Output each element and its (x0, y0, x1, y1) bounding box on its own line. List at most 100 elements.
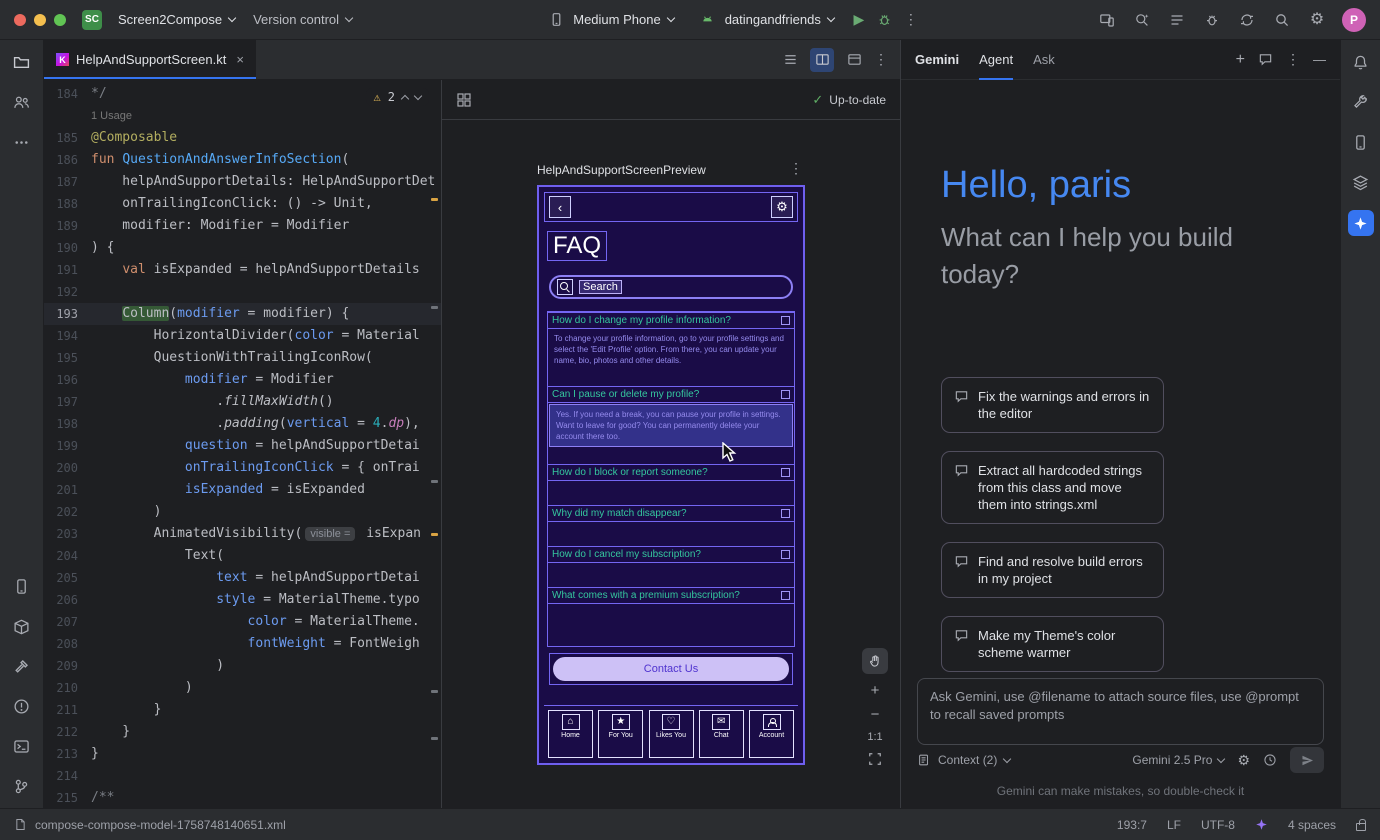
code-editor[interactable]: 184*/1 Usage185@Composable186fun Questio… (44, 80, 442, 808)
line-number[interactable]: 191 (44, 259, 78, 281)
faq-question-row[interactable]: How do I block or report someone? (548, 464, 794, 481)
suggestion-card[interactable]: Make my Theme's color scheme warmer (941, 616, 1164, 672)
code-line[interactable]: 200 onTrailingIconClick = { onTrai (44, 457, 441, 479)
line-number[interactable]: 201 (44, 479, 78, 501)
code-line[interactable]: 187 helpAndSupportDetails: HelpAndSuppor… (44, 171, 441, 193)
pull-requests-icon[interactable] (10, 90, 34, 114)
run-configuration-selector[interactable]: datingandfriends (689, 6, 843, 34)
version-control-icon[interactable] (10, 774, 34, 798)
line-number[interactable]: 214 (44, 765, 78, 787)
device-explorer-icon[interactable] (10, 574, 34, 598)
line-number[interactable]: 192 (44, 281, 78, 303)
faq-question-row[interactable]: How do I change my profile information? (548, 312, 794, 329)
gemini-prompt-input[interactable]: Ask Gemini, use @filename to attach sour… (917, 678, 1324, 745)
tab-ask[interactable]: Ask (1033, 40, 1055, 80)
packages-icon[interactable] (10, 614, 34, 638)
vcs-selector[interactable]: Version control (244, 6, 361, 34)
zoom-out-button[interactable]: − (871, 707, 880, 722)
device-manager-icon[interactable] (1097, 10, 1117, 30)
line-number[interactable]: 215 (44, 787, 78, 808)
preview-name[interactable]: HelpAndSupportScreenPreview (537, 163, 706, 177)
nav-item-home[interactable]: ⌂Home (548, 710, 593, 758)
code-line[interactable]: 202 ) (44, 501, 441, 523)
zoom-to-fit-button[interactable] (868, 752, 882, 766)
inspection-widget[interactable]: ⚠ 2 (366, 88, 429, 106)
hide-panel-icon[interactable]: — (1313, 52, 1326, 67)
code-line[interactable]: 196 modifier = Modifier (44, 369, 441, 391)
ai-search-icon[interactable] (1132, 10, 1152, 30)
minimize-window-button[interactable] (34, 14, 46, 26)
code-line[interactable]: 206 style = MaterialTheme.typo (44, 589, 441, 611)
line-number[interactable] (44, 105, 78, 127)
code-line[interactable]: 211 } (44, 699, 441, 721)
line-number[interactable]: 199 (44, 435, 78, 457)
statusbar-breadcrumb[interactable]: compose-compose-model-1758748140651.xml (14, 818, 286, 832)
more-actions-button[interactable]: ⋮ (901, 10, 921, 30)
code-line[interactable]: 213} (44, 743, 441, 765)
line-number[interactable]: 213 (44, 743, 78, 765)
design-view-button[interactable] (842, 48, 866, 72)
terminal-icon[interactable] (10, 734, 34, 758)
zoom-in-button[interactable]: + (871, 683, 880, 698)
code-line[interactable]: 207 color = MaterialTheme. (44, 611, 441, 633)
suggestion-card[interactable]: Extract all hardcoded strings from this … (941, 451, 1164, 524)
code-line[interactable]: 204 Text( (44, 545, 441, 567)
faq-question-row[interactable]: Can I pause or delete my profile? (548, 386, 794, 403)
prev-problem-icon[interactable] (401, 94, 409, 102)
line-number[interactable]: 209 (44, 655, 78, 677)
layout-inspector-icon[interactable] (1349, 170, 1373, 194)
next-problem-icon[interactable] (414, 91, 422, 99)
settings-icon[interactable]: ⚙ (1307, 10, 1327, 30)
code-view-button[interactable] (778, 48, 802, 72)
close-tab-icon[interactable]: × (236, 52, 244, 67)
code-line[interactable]: 210 ) (44, 677, 441, 699)
close-window-button[interactable] (14, 14, 26, 26)
gallery-view-icon[interactable] (456, 92, 472, 108)
line-number[interactable]: 196 (44, 369, 78, 391)
line-number[interactable]: 189 (44, 215, 78, 237)
line-number[interactable]: 198 (44, 413, 78, 435)
sync-icon[interactable] (1237, 10, 1257, 30)
nav-item-account[interactable]: Account (749, 710, 794, 758)
phone-preview[interactable]: ‹ ⚙ FAQ Search How do I change my profil… (537, 185, 805, 765)
zoom-ratio-button[interactable]: 1:1 (867, 731, 882, 743)
indent-setting[interactable]: 4 spaces (1288, 818, 1336, 832)
problems-icon[interactable] (10, 694, 34, 718)
debug-button[interactable] (875, 10, 895, 30)
search-everywhere-icon[interactable] (1272, 10, 1292, 30)
line-number[interactable]: 195 (44, 347, 78, 369)
app-inspection-icon[interactable] (1202, 10, 1222, 30)
line-number[interactable]: 212 (44, 721, 78, 743)
line-number[interactable]: 194 (44, 325, 78, 347)
code-line[interactable]: 190) { (44, 237, 441, 259)
code-line[interactable]: 199 question = helpAndSupportDetai (44, 435, 441, 457)
line-number[interactable]: 186 (44, 149, 78, 171)
code-line[interactable]: 1 Usage (44, 105, 441, 127)
code-line[interactable]: 193 Column(modifier = modifier) { (44, 303, 441, 325)
send-button[interactable] (1290, 747, 1324, 773)
nav-item-chat[interactable]: ✉Chat (699, 710, 744, 758)
code-line[interactable]: 195 QuestionWithTrailingIconRow( (44, 347, 441, 369)
user-avatar[interactable]: P (1342, 8, 1366, 32)
code-line[interactable]: 215/** (44, 787, 441, 808)
line-number[interactable]: 193 (44, 303, 78, 325)
notifications-icon[interactable] (1349, 50, 1373, 74)
back-button[interactable]: ‹ (549, 196, 571, 218)
panel-options-icon[interactable]: ⋮ (1286, 51, 1300, 68)
nav-item-for-you[interactable]: ★For You (598, 710, 643, 758)
faq-expand-icon[interactable] (781, 550, 790, 559)
code-line[interactable]: 185@Composable (44, 127, 441, 149)
suggestion-card[interactable]: Find and resolve build errors in my proj… (941, 542, 1164, 598)
code-line[interactable]: 192 (44, 281, 441, 303)
code-line[interactable]: 186fun QuestionAndAnswerInfoSection( (44, 149, 441, 171)
structure-icon[interactable] (1167, 10, 1187, 30)
line-separator[interactable]: LF (1167, 818, 1181, 832)
preview-options-icon[interactable]: ⋮ (789, 160, 803, 177)
preview-status[interactable]: ✓ Up-to-date (812, 92, 886, 108)
faq-expand-icon[interactable] (781, 468, 790, 477)
contact-us-button[interactable]: Contact Us (553, 657, 789, 681)
faq-question-row[interactable]: How do I cancel my subscription? (548, 546, 794, 563)
lock-icon[interactable] (1356, 823, 1366, 831)
line-number[interactable]: 200 (44, 457, 78, 479)
code-line[interactable]: 201 isExpanded = isExpanded (44, 479, 441, 501)
